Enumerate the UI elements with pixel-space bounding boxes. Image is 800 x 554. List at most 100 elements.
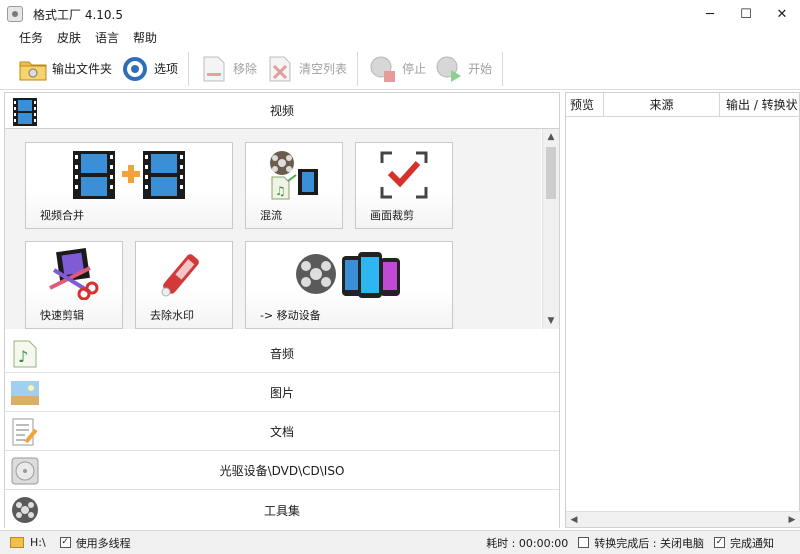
category-panel: 视频 视频合并 ♫ 混流 画面裁剪 快速剪辑 去除水印 -> 移动设备 ▲ ▼ … (4, 92, 560, 529)
column-preview[interactable]: 预览 (566, 93, 604, 117)
clear-list-icon (265, 54, 295, 84)
category-video[interactable]: 视频 (5, 93, 559, 129)
film-reel-icon (10, 495, 40, 525)
output-folder-label: 输出文件夹 (52, 62, 113, 76)
stop-button[interactable]: 停止 (364, 51, 430, 87)
menu-task[interactable]: 任务 (12, 28, 50, 48)
notify-option[interactable]: ✓ 完成通知 (714, 535, 774, 551)
column-output-status[interactable]: 输出 / 转换状 (720, 93, 800, 117)
menu-help[interactable]: 帮助 (126, 28, 164, 48)
scroll-up-arrow-icon[interactable]: ▲ (543, 129, 559, 145)
output-drive-label: H:\ (30, 536, 46, 549)
task-list-hscrollbar[interactable]: ◀ ▶ (566, 511, 800, 527)
options-button[interactable]: 选项 (116, 51, 182, 87)
status-bar: H:\ ✓ 使用多线程 耗时 : 00:00:00 转换完成后 : 关闭电脑 ✓… (0, 530, 800, 554)
category-image-label: 图片 (269, 386, 294, 400)
stop-icon (368, 54, 398, 84)
video-merge-icon (26, 149, 232, 201)
folder-icon (18, 54, 48, 84)
task-list: 预览 来源 输出 / 转换状 ◀ ▶ (565, 92, 800, 528)
scroll-left-arrow-icon[interactable]: ◀ (566, 512, 582, 528)
clear-list-button[interactable]: 清空列表 (261, 51, 351, 87)
window-title: 格式工厂 4.10.5 (33, 7, 123, 22)
tile-mux-label: 混流 (260, 209, 282, 222)
window-controls: ─ ☐ ✕ (692, 0, 800, 28)
tile-mux[interactable]: ♫ 混流 (245, 142, 343, 229)
tile-quick-cut-label: 快速剪辑 (40, 309, 84, 322)
category-scrollbar[interactable]: ▲ ▼ (542, 129, 559, 329)
start-button[interactable]: 开始 (430, 51, 496, 87)
notify-label: 完成通知 (730, 536, 774, 550)
start-icon (434, 54, 464, 84)
remove-label: 移除 (233, 62, 258, 76)
remove-doc-icon (199, 54, 229, 84)
tile-to-mobile[interactable]: -> 移动设备 (245, 241, 453, 329)
stop-label: 停止 (402, 62, 427, 76)
optical-drive-icon (10, 456, 40, 486)
toolbar-separator (357, 51, 359, 86)
clear-list-label: 清空列表 (299, 62, 348, 76)
category-document[interactable]: 文档 (5, 413, 559, 451)
multithread-option[interactable]: ✓ 使用多线程 (59, 535, 131, 551)
multithread-label: 使用多线程 (75, 536, 131, 550)
mobile-devices-icon (246, 248, 452, 302)
category-audio-label: 音频 (269, 347, 294, 361)
category-disc[interactable]: 光驱设备\DVD\CD\ISO (5, 452, 559, 490)
scroll-right-arrow-icon[interactable]: ▶ (784, 512, 800, 528)
minimize-button[interactable]: ─ (692, 0, 728, 28)
title-bar: 格式工厂 4.10.5 ─ ☐ ✕ (0, 0, 800, 28)
start-label: 开始 (468, 62, 493, 76)
scrollbar-thumb[interactable] (546, 147, 556, 199)
tile-video-merge-label: 视频合并 (40, 209, 84, 222)
close-button[interactable]: ✕ (764, 0, 800, 28)
menu-language[interactable]: 语言 (88, 28, 126, 48)
toolbar: 输出文件夹 选项 移除 清空列表 停止 开始 (0, 48, 800, 90)
elapsed-time: 耗时 : 00:00:00 (486, 535, 568, 551)
maximize-button[interactable]: ☐ (728, 0, 764, 28)
tile-remove-watermark[interactable]: 去除水印 (135, 241, 233, 329)
multithread-checkbox[interactable]: ✓ (59, 537, 71, 548)
svg-text:♫: ♫ (275, 184, 286, 198)
remove-button[interactable]: 移除 (195, 51, 261, 87)
output-folder-button[interactable]: 输出文件夹 (14, 51, 116, 87)
app-logo-icon (7, 6, 23, 22)
menu-bar: 任务 皮肤 语言 帮助 (0, 28, 800, 48)
scissors-film-icon (26, 248, 122, 300)
column-source[interactable]: 来源 (604, 93, 720, 117)
after-convert-option[interactable]: 转换完成后 : 关闭电脑 (578, 535, 704, 551)
toolbar-separator (502, 51, 504, 86)
eraser-icon (136, 248, 232, 300)
options-gear-icon (120, 54, 150, 84)
drive-folder-icon (10, 537, 24, 548)
document-pencil-icon (10, 417, 40, 447)
picture-icon (10, 378, 40, 408)
scroll-down-arrow-icon[interactable]: ▼ (543, 313, 559, 329)
toolbar-separator (188, 51, 190, 86)
output-drive[interactable]: H:\ (10, 536, 46, 549)
menu-skin[interactable]: 皮肤 (50, 28, 88, 48)
tile-crop[interactable]: 画面裁剪 (355, 142, 453, 229)
category-image[interactable]: 图片 (5, 374, 559, 412)
crop-check-icon (356, 149, 452, 201)
category-video-label: 视频 (269, 104, 294, 118)
after-convert-checkbox[interactable] (578, 537, 590, 548)
category-audio[interactable]: ♪ 音频 (5, 335, 559, 373)
category-tools-label: 工具集 (263, 503, 300, 518)
mux-icon: ♫ (246, 149, 342, 201)
category-document-label: 文档 (269, 425, 294, 439)
tile-crop-label: 画面裁剪 (370, 209, 414, 222)
category-disc-label: 光驱设备\DVD\CD\ISO (219, 464, 345, 478)
options-label: 选项 (154, 62, 179, 76)
svg-text:♪: ♪ (18, 347, 28, 366)
elapsed-time-label: 耗时 : 00:00:00 (486, 536, 569, 550)
notify-checkbox[interactable]: ✓ (714, 537, 725, 548)
task-list-header: 预览 来源 输出 / 转换状 (566, 93, 800, 117)
tile-to-mobile-label: -> 移动设备 (260, 309, 321, 322)
tile-quick-cut[interactable]: 快速剪辑 (25, 241, 123, 329)
music-note-icon: ♪ (10, 339, 40, 369)
tile-video-merge[interactable]: 视频合并 (25, 142, 233, 229)
category-tools[interactable]: 工具集 (5, 491, 559, 529)
after-convert-label: 转换完成后 : 关闭电脑 (594, 536, 704, 550)
video-tools-grid: 视频合并 ♫ 混流 画面裁剪 快速剪辑 去除水印 -> 移动设备 (5, 129, 541, 329)
tile-remove-watermark-label: 去除水印 (150, 309, 194, 322)
